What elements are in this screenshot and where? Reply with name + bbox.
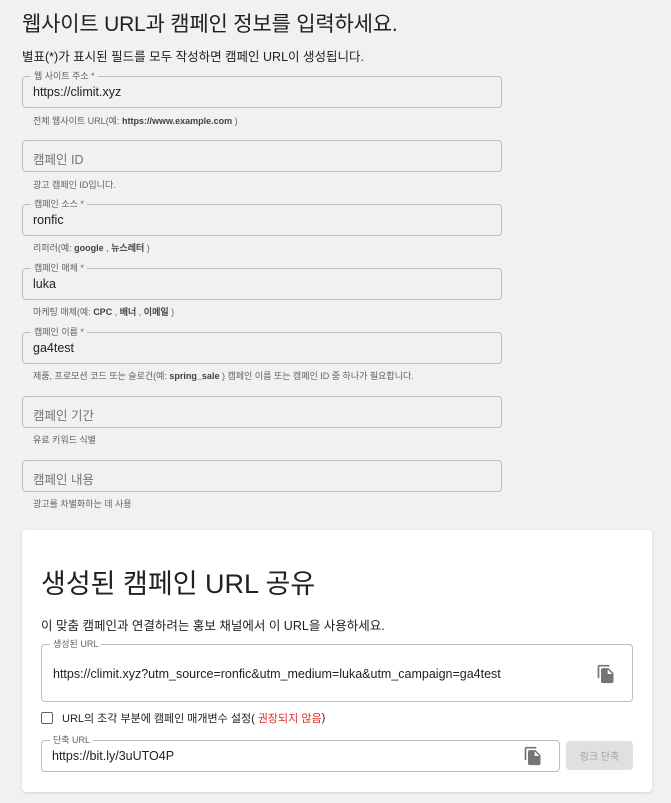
generated-url-field[interactable]: 생성된 URL https://climit.xyz?utm_source=ro…	[41, 639, 633, 702]
campaign-medium-hint: 마케팅 매체(예: CPC , 배너 , 이메일 )	[33, 307, 175, 317]
fragment-option-suffix: )	[321, 712, 326, 724]
fragment-checkbox[interactable]	[41, 712, 53, 724]
campaign-source-hint: 리퍼러(예: google , 뉴스레터 )	[33, 243, 150, 253]
campaign-term-placeholder: 캠페인 기간	[33, 409, 94, 423]
campaign-term-field[interactable]: 캠페인 기간	[22, 396, 502, 428]
campaign-medium-field[interactable]: 캠페인 매체 * luka	[22, 263, 502, 300]
share-description: 이 맞춤 캠페인과 연결하려는 홍보 채널에서 이 URL을 사용하세요.	[41, 619, 385, 633]
short-url-field[interactable]: 단축 URL https://bit.ly/3uUTO4P	[41, 735, 560, 772]
website-url-hint: 전체 웹사이트 URL(예: https://www.example.com )	[33, 116, 238, 126]
campaign-term-hint: 유료 키워드 식별	[33, 435, 96, 445]
campaign-source-value: ronfic	[33, 213, 64, 227]
not-recommended-link[interactable]: 권장되지 않음	[258, 710, 322, 726]
share-card: 생성된 캠페인 URL 공유 이 맞춤 캠페인과 연결하려는 홍보 채널에서 이…	[22, 530, 652, 792]
campaign-source-field[interactable]: 캠페인 소스 * ronfic	[22, 199, 502, 236]
shorten-link-button[interactable]: 링크 단축	[566, 741, 633, 770]
campaign-content-field[interactable]: 캠페인 내용	[22, 460, 502, 492]
campaign-id-hint: 광고 캠페인 ID입니다.	[33, 180, 116, 190]
copy-short-url-button[interactable]	[523, 746, 543, 766]
website-url-label: 웹 사이트 주소 *	[31, 71, 98, 81]
campaign-name-value: ga4test	[33, 341, 75, 355]
campaign-content-placeholder: 캠페인 내용	[33, 473, 94, 487]
campaign-content-hint: 광고를 차별화하는 데 사용	[33, 499, 132, 509]
copy-icon	[524, 746, 541, 766]
short-url-value: https://bit.ly/3uUTO4P	[52, 749, 175, 763]
campaign-name-hint: 제품, 프로모션 코드 또는 슬로건(예: spring_sale ) 캠페인 …	[33, 371, 414, 381]
fragment-option-label: URL의 조각 부분에 캠페인 매개변수 설정(	[62, 713, 258, 725]
campaign-id-field[interactable]: 캠페인 ID	[22, 140, 502, 172]
campaign-source-label: 캠페인 소스 *	[31, 199, 87, 209]
campaign-medium-value: luka	[33, 277, 56, 291]
copy-generated-url-button[interactable]	[596, 664, 616, 684]
short-url-label: 단축 URL	[50, 735, 94, 745]
website-url-field[interactable]: 웹 사이트 주소 * https://climit.xyz	[22, 71, 502, 108]
generated-url-value: https://climit.xyz?utm_source=ronfic&utm…	[53, 667, 501, 681]
generated-url-label: 생성된 URL	[50, 639, 102, 649]
fragment-option-row: URL의 조각 부분에 캠페인 매개변수 설정( 권장되지 않음 )	[41, 711, 325, 725]
campaign-medium-label: 캠페인 매체 *	[31, 263, 87, 273]
share-title: 생성된 캠페인 URL 공유	[41, 569, 316, 599]
page-subtitle: 별표(*)가 표시된 필드를 모두 작성하면 캠페인 URL이 생성됩니다.	[22, 50, 364, 64]
page-title: 웹사이트 URL과 캠페인 정보를 입력하세요.	[22, 13, 398, 36]
campaign-name-field[interactable]: 캠페인 이름 * ga4test	[22, 327, 502, 364]
campaign-id-placeholder: 캠페인 ID	[33, 153, 84, 167]
website-url-value: https://climit.xyz	[33, 85, 122, 99]
campaign-name-label: 캠페인 이름 *	[31, 327, 87, 337]
copy-icon	[597, 664, 614, 684]
